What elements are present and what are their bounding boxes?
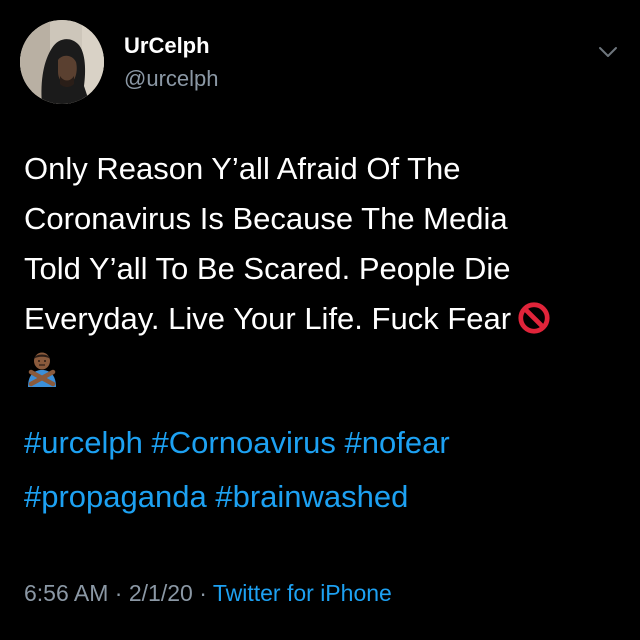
hashtag-link[interactable]: #urcelph [24, 425, 143, 460]
tweet-text: Only Reason Y’all Afraid Of The Coronavi… [24, 144, 624, 394]
tweet-source-link[interactable]: Twitter for iPhone [213, 580, 392, 606]
tweet-date[interactable]: 2/1/20 [129, 580, 193, 606]
tweet-card: UrCelph @urcelph Only Reason Y’all Afrai… [0, 0, 640, 640]
hashtag-link[interactable]: #propaganda [24, 479, 207, 514]
avatar-image [20, 20, 104, 104]
display-name[interactable]: UrCelph [124, 33, 210, 59]
meta-separator: · [114, 580, 123, 606]
hashtag-line: #urcelph #Cornoavirus #nofear [24, 416, 624, 470]
user-handle[interactable]: @urcelph [124, 66, 219, 92]
tweet-text-line-with-emoji: Everyday. Live Your Life. Fuck Fear [24, 294, 624, 344]
tweet-metadata: 6:56 AM · 2/1/20 · Twitter for iPhone [24, 580, 392, 607]
tweet-time[interactable]: 6:56 AM [24, 580, 108, 606]
hashtag-link[interactable]: #brainwashed [215, 479, 408, 514]
prohibited-icon [518, 302, 550, 334]
tweet-text-line: Everyday. Live Your Life. Fuck Fear [24, 301, 512, 336]
hashtag-link[interactable]: #Cornoavirus [152, 425, 336, 460]
hashtag-link[interactable]: #nofear [345, 425, 450, 460]
tweet-text-line: Only Reason Y’all Afraid Of The [24, 151, 461, 186]
chevron-down-icon[interactable] [596, 40, 620, 64]
hashtag-line: #propaganda #brainwashed [24, 470, 624, 524]
tweet-text-line: Coronavirus Is Because The Media [24, 201, 508, 236]
meta-separator: · [199, 580, 207, 606]
tweet-text-line: Told Y’all To Be Scared. People Die [24, 251, 511, 286]
avatar[interactable] [20, 20, 104, 104]
hashtags: #urcelph #Cornoavirus #nofear #propagand… [24, 416, 624, 524]
person-gesturing-no-icon [28, 352, 56, 387]
tweet-emoji-line [24, 344, 624, 394]
